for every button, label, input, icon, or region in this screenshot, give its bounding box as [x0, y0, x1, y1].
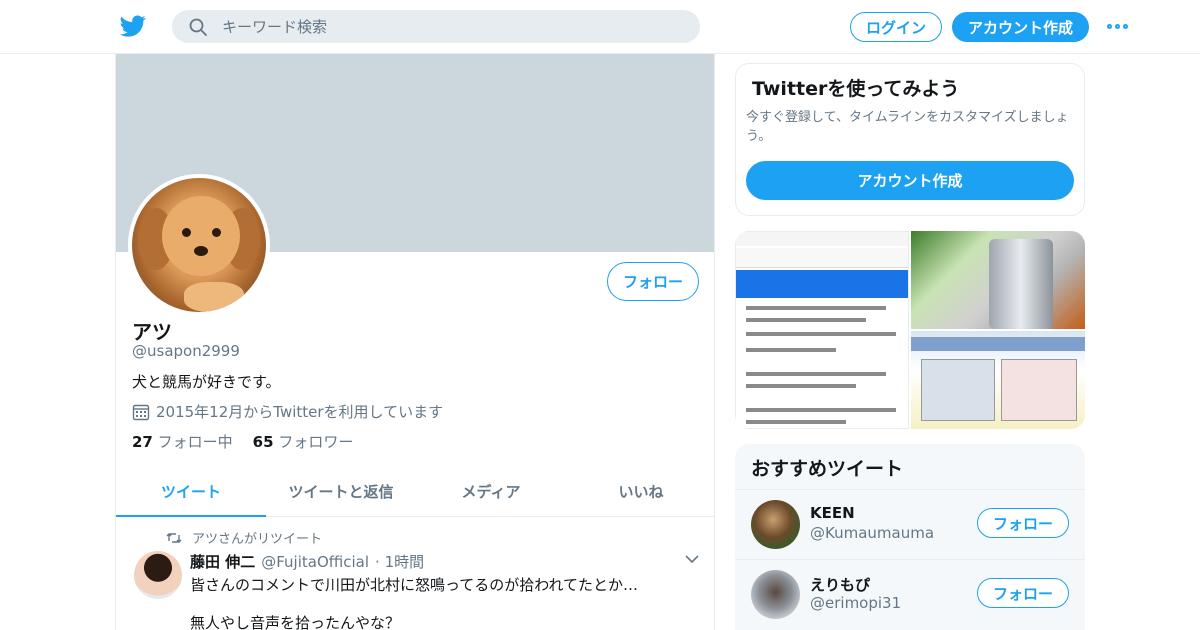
profile-name: アツ [132, 320, 172, 344]
promo-title: Twitterを使ってみよう [752, 78, 960, 100]
twitter-bird-icon[interactable] [120, 13, 146, 39]
account-handle: @erimopi31 [810, 594, 902, 612]
tab-tweets[interactable]: ツイート [116, 466, 266, 517]
profile-avatar[interactable] [128, 174, 270, 316]
promo-signup-button[interactable]: アカウント作成 [746, 161, 1074, 200]
calendar-icon [132, 404, 150, 420]
login-button[interactable]: ログイン [850, 12, 942, 42]
media-thumbnail[interactable] [735, 231, 909, 429]
recommendations-title: おすすめツイート [751, 458, 904, 480]
profile-handle: @usapon2999 [132, 342, 240, 360]
followers-stat[interactable]: 65 フォロワー [253, 431, 354, 452]
tweet-text: 皆さんのコメントで川田が北村に怒鳴ってるのが拾われてたとか… [190, 576, 639, 594]
promo-text: 今すぐ登録して、タイムラインをカスタマイズしましょう。 [746, 110, 1069, 144]
tweet-header: 藤田 伸二 @FujitaOfficial · 1時間 [190, 551, 424, 572]
follow-button[interactable]: フォロー [977, 508, 1069, 538]
follow-button[interactable]: フォロー [607, 262, 699, 301]
profile-column: フォロー アツ @usapon2999 犬と競馬が好きです。 2015年12月か… [115, 54, 715, 630]
avatar[interactable] [751, 570, 800, 619]
following-stat[interactable]: 27 フォロー中 [132, 431, 233, 452]
more-options-icon[interactable] [1107, 18, 1131, 34]
retweet-icon [166, 532, 182, 543]
media-grid [735, 231, 1085, 429]
tweet-author-avatar[interactable] [134, 551, 182, 599]
tweet-author-name[interactable]: 藤田 伸二 [190, 551, 255, 572]
avatar[interactable] [751, 500, 800, 549]
search-box[interactable] [172, 10, 700, 43]
joined-date: 2015年12月からTwitterを利用しています [132, 401, 443, 422]
retweet-context: アツさんがリツイート [166, 528, 322, 547]
media-thumbnail[interactable] [911, 331, 1085, 429]
joined-text: 2015年12月からTwitterを利用しています [156, 403, 444, 421]
account-name[interactable]: えりもぴ [810, 574, 870, 595]
tab-likes[interactable]: いいね [566, 466, 714, 516]
tweet-time[interactable]: · 1時間 [375, 551, 424, 572]
profile-stats: 27 フォロー中 65 フォロワー [132, 431, 353, 452]
media-thumbnail[interactable] [911, 231, 1085, 329]
chevron-down-icon[interactable] [684, 552, 700, 566]
retweet-label: アツさんがリツイート [192, 532, 323, 547]
tab-tweets-and-replies[interactable]: ツイートと返信 [266, 466, 416, 516]
signup-button[interactable]: アカウント作成 [952, 12, 1089, 42]
tweet-text: 無人やし音声を拾ったんやな？ [190, 614, 401, 630]
search-icon [189, 18, 207, 36]
follow-button[interactable]: フォロー [977, 578, 1069, 608]
account-handle: @Kumaumauma [810, 524, 935, 542]
search-input[interactable] [222, 17, 662, 36]
profile-bio: 犬と競馬が好きです。 [132, 373, 281, 391]
signup-promo-card: Twitterを使ってみよう 今すぐ登録して、タイムラインをカスタマイズしましょ… [735, 63, 1085, 216]
profile-tabs: ツイート ツイートと返信 メディア いいね [116, 466, 714, 517]
tweet-author-handle[interactable]: @FujitaOfficial [261, 553, 369, 571]
list-item[interactable]: KEEN @Kumaumauma フォロー [735, 489, 1085, 559]
top-navigation-bar: ログイン アカウント作成 [0, 0, 1200, 54]
account-name[interactable]: KEEN [810, 504, 855, 522]
tab-media[interactable]: メディア [416, 466, 566, 516]
list-item[interactable]: えりもぴ @erimopi31 フォロー [735, 559, 1085, 629]
recommended-accounts: おすすめツイート KEEN @Kumaumauma フォロー えりもぴ @eri… [735, 444, 1085, 630]
